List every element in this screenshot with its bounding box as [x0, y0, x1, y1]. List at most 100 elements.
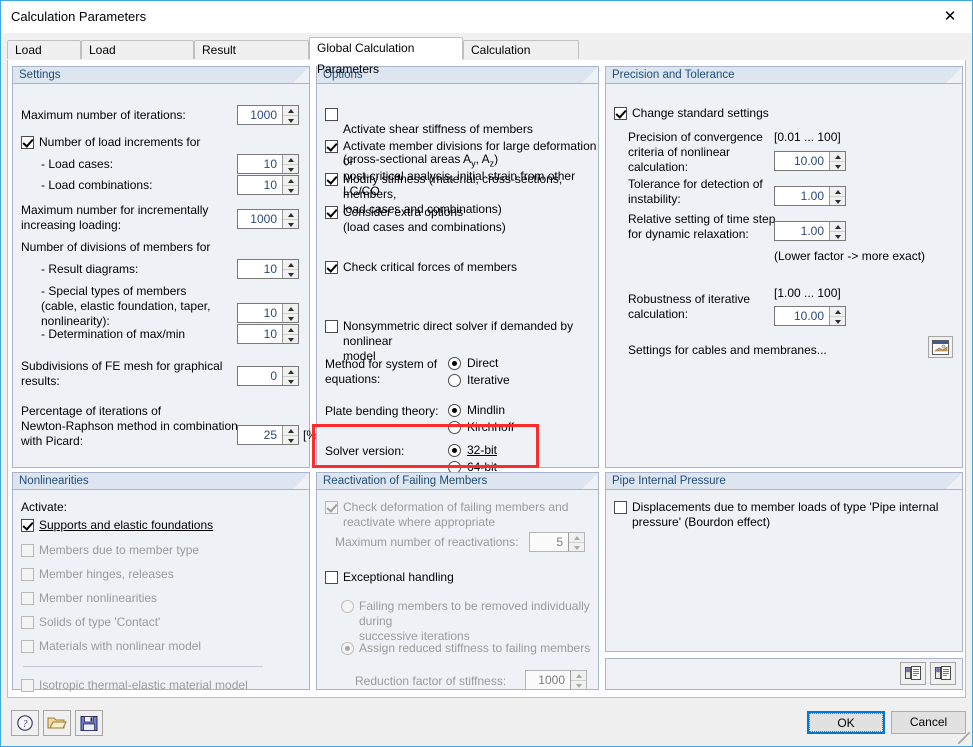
input-max-iterations[interactable]: 1000: [237, 105, 299, 125]
radio-failing-members-removed: [341, 600, 354, 613]
label-load-combinations: - Load combinations:: [41, 178, 153, 192]
group-precision-title: Precision and Tolerance: [606, 67, 962, 84]
input-load-combinations[interactable]: 10: [237, 175, 299, 195]
spinner-up-icon[interactable]: [830, 187, 845, 197]
copy-report-icon[interactable]: [900, 662, 926, 685]
settings-dialog-icon[interactable]: [928, 336, 953, 358]
spinner-up-icon[interactable]: [283, 176, 298, 186]
spinner-buttons[interactable]: [282, 176, 298, 194]
spinner-buttons[interactable]: [829, 307, 845, 325]
group-nonlinearities-title: Nonlinearities: [13, 473, 309, 490]
input-fe-mesh[interactable]: 0: [237, 366, 299, 386]
spinner-buttons[interactable]: [829, 152, 845, 170]
input-instability-tolerance[interactable]: 1.00: [774, 186, 846, 206]
checkbox-critical-forces[interactable]: [325, 261, 338, 274]
close-icon[interactable]: ✕: [928, 1, 972, 31]
checkbox-extra-options[interactable]: [325, 206, 338, 219]
checkbox-member-nonlinearities: [21, 592, 34, 605]
label-fe-mesh-subdivisions: Subdivisions of FE mesh for graphical re…: [21, 359, 223, 388]
checkbox-modify-stiffness[interactable]: [325, 173, 338, 186]
spinner-up-icon[interactable]: [283, 260, 298, 270]
ok-button[interactable]: OK: [807, 711, 885, 734]
input-convergence-precision[interactable]: 10.00: [774, 151, 846, 171]
tab-result-combinations[interactable]: Result Combinations: [194, 40, 309, 75]
checkbox-shear-stiffness[interactable]: [325, 108, 338, 121]
help-icon[interactable]: ?: [11, 710, 39, 736]
spinner-up-icon[interactable]: [283, 304, 298, 314]
spinner-buttons[interactable]: [829, 222, 845, 240]
spinner-down-icon[interactable]: [283, 165, 298, 174]
spinner-buttons[interactable]: [282, 260, 298, 278]
copy-report-icon-2[interactable]: [930, 662, 956, 685]
spinner-down-icon[interactable]: [283, 314, 298, 323]
checkbox-supports-elastic-foundations[interactable]: [21, 519, 34, 532]
input-result-diagrams[interactable]: 10: [237, 259, 299, 279]
spinner-down-icon[interactable]: [283, 377, 298, 386]
spinner-down-icon: [569, 543, 584, 552]
input-max-incremental[interactable]: 1000: [237, 209, 299, 229]
spinner-buttons[interactable]: [282, 106, 298, 124]
radio-method-iterative[interactable]: [448, 374, 461, 387]
spinner-down-icon[interactable]: [283, 186, 298, 195]
spinner-buttons[interactable]: [829, 187, 845, 205]
cancel-button[interactable]: Cancel: [891, 711, 966, 734]
tab-content-panel: Settings Maximum number of iterations: 1…: [7, 60, 966, 698]
spinner-up-icon[interactable]: [830, 307, 845, 317]
checkbox-nonsymmetric-solver[interactable]: [325, 320, 338, 333]
spinner-down-icon[interactable]: [283, 335, 298, 344]
spinner-up-icon[interactable]: [830, 222, 845, 232]
radio-plate-kirchhoff[interactable]: [448, 421, 461, 434]
spinner-down-icon[interactable]: [830, 197, 845, 206]
spinner-up-icon[interactable]: [283, 155, 298, 165]
checkbox-change-standard-settings[interactable]: [614, 107, 627, 120]
spinner-down-icon[interactable]: [830, 232, 845, 241]
label-displacements-bourdon: Displacements due to member loads of typ…: [632, 500, 939, 529]
label-cables-membranes: Settings for cables and membranes...: [628, 343, 827, 357]
radio-plate-mindlin[interactable]: [448, 404, 461, 417]
label-divisions-of-members: Number of divisions of members for: [21, 240, 211, 254]
input-robustness[interactable]: 10.00: [774, 306, 846, 326]
spinner-buttons[interactable]: [282, 210, 298, 228]
spinner-up-icon[interactable]: [283, 210, 298, 220]
checkbox-exceptional-handling[interactable]: [325, 571, 338, 584]
input-max-min[interactable]: 10: [237, 324, 299, 344]
spinner-down-icon[interactable]: [830, 317, 845, 326]
checkbox-member-divisions[interactable]: [325, 140, 338, 153]
spinner-buttons[interactable]: [282, 367, 298, 385]
floppy-save-icon[interactable]: [75, 710, 103, 736]
spinner-down-icon[interactable]: [283, 116, 298, 125]
spinner-up-icon[interactable]: [283, 106, 298, 116]
input-load-cases[interactable]: 10: [237, 154, 299, 174]
spinner-down-icon[interactable]: [283, 220, 298, 229]
spinner-buttons[interactable]: [282, 155, 298, 173]
input-reduction-factor: 1000: [525, 670, 587, 690]
spinner-up-icon[interactable]: [830, 152, 845, 162]
input-time-step[interactable]: 1.00: [774, 221, 846, 241]
radio-solver-32bit[interactable]: [448, 444, 461, 457]
spinner-down-icon[interactable]: [283, 436, 298, 445]
spinner-buttons[interactable]: [282, 426, 298, 444]
spinner-up-icon[interactable]: [283, 426, 298, 436]
checkbox-load-increments[interactable]: [21, 136, 34, 149]
checkbox-check-deformation: [325, 501, 338, 514]
spinner-buttons[interactable]: [282, 304, 298, 322]
tab-load-combinations[interactable]: Load Combinations: [81, 40, 194, 75]
spinner-down-icon[interactable]: [830, 162, 845, 171]
input-load-combinations-value: 10: [238, 176, 282, 194]
resize-grip[interactable]: [958, 732, 970, 744]
folder-open-icon[interactable]: [43, 710, 71, 736]
group-nonlinearities: Nonlinearities Activate: Supports and el…: [12, 472, 310, 692]
tab-bar: Load Cases Load Combinations Result Comb…: [7, 37, 966, 76]
tab-global-calculation-parameters[interactable]: Global Calculation Parameters: [309, 37, 463, 76]
input-special-types[interactable]: 10: [237, 303, 299, 323]
spinner-down-icon[interactable]: [283, 270, 298, 279]
checkbox-displacements-bourdon[interactable]: [614, 501, 627, 514]
tab-load-cases[interactable]: Load Cases: [7, 40, 81, 75]
spinner-up-icon[interactable]: [283, 367, 298, 377]
settings-dialog-glyph: [932, 339, 949, 355]
spinner-buttons[interactable]: [282, 325, 298, 343]
spinner-up-icon[interactable]: [283, 325, 298, 335]
tab-calculation-diagrams[interactable]: Calculation Diagrams: [463, 40, 579, 75]
radio-method-direct[interactable]: [448, 357, 461, 370]
input-picard-percentage[interactable]: 25: [237, 425, 299, 445]
